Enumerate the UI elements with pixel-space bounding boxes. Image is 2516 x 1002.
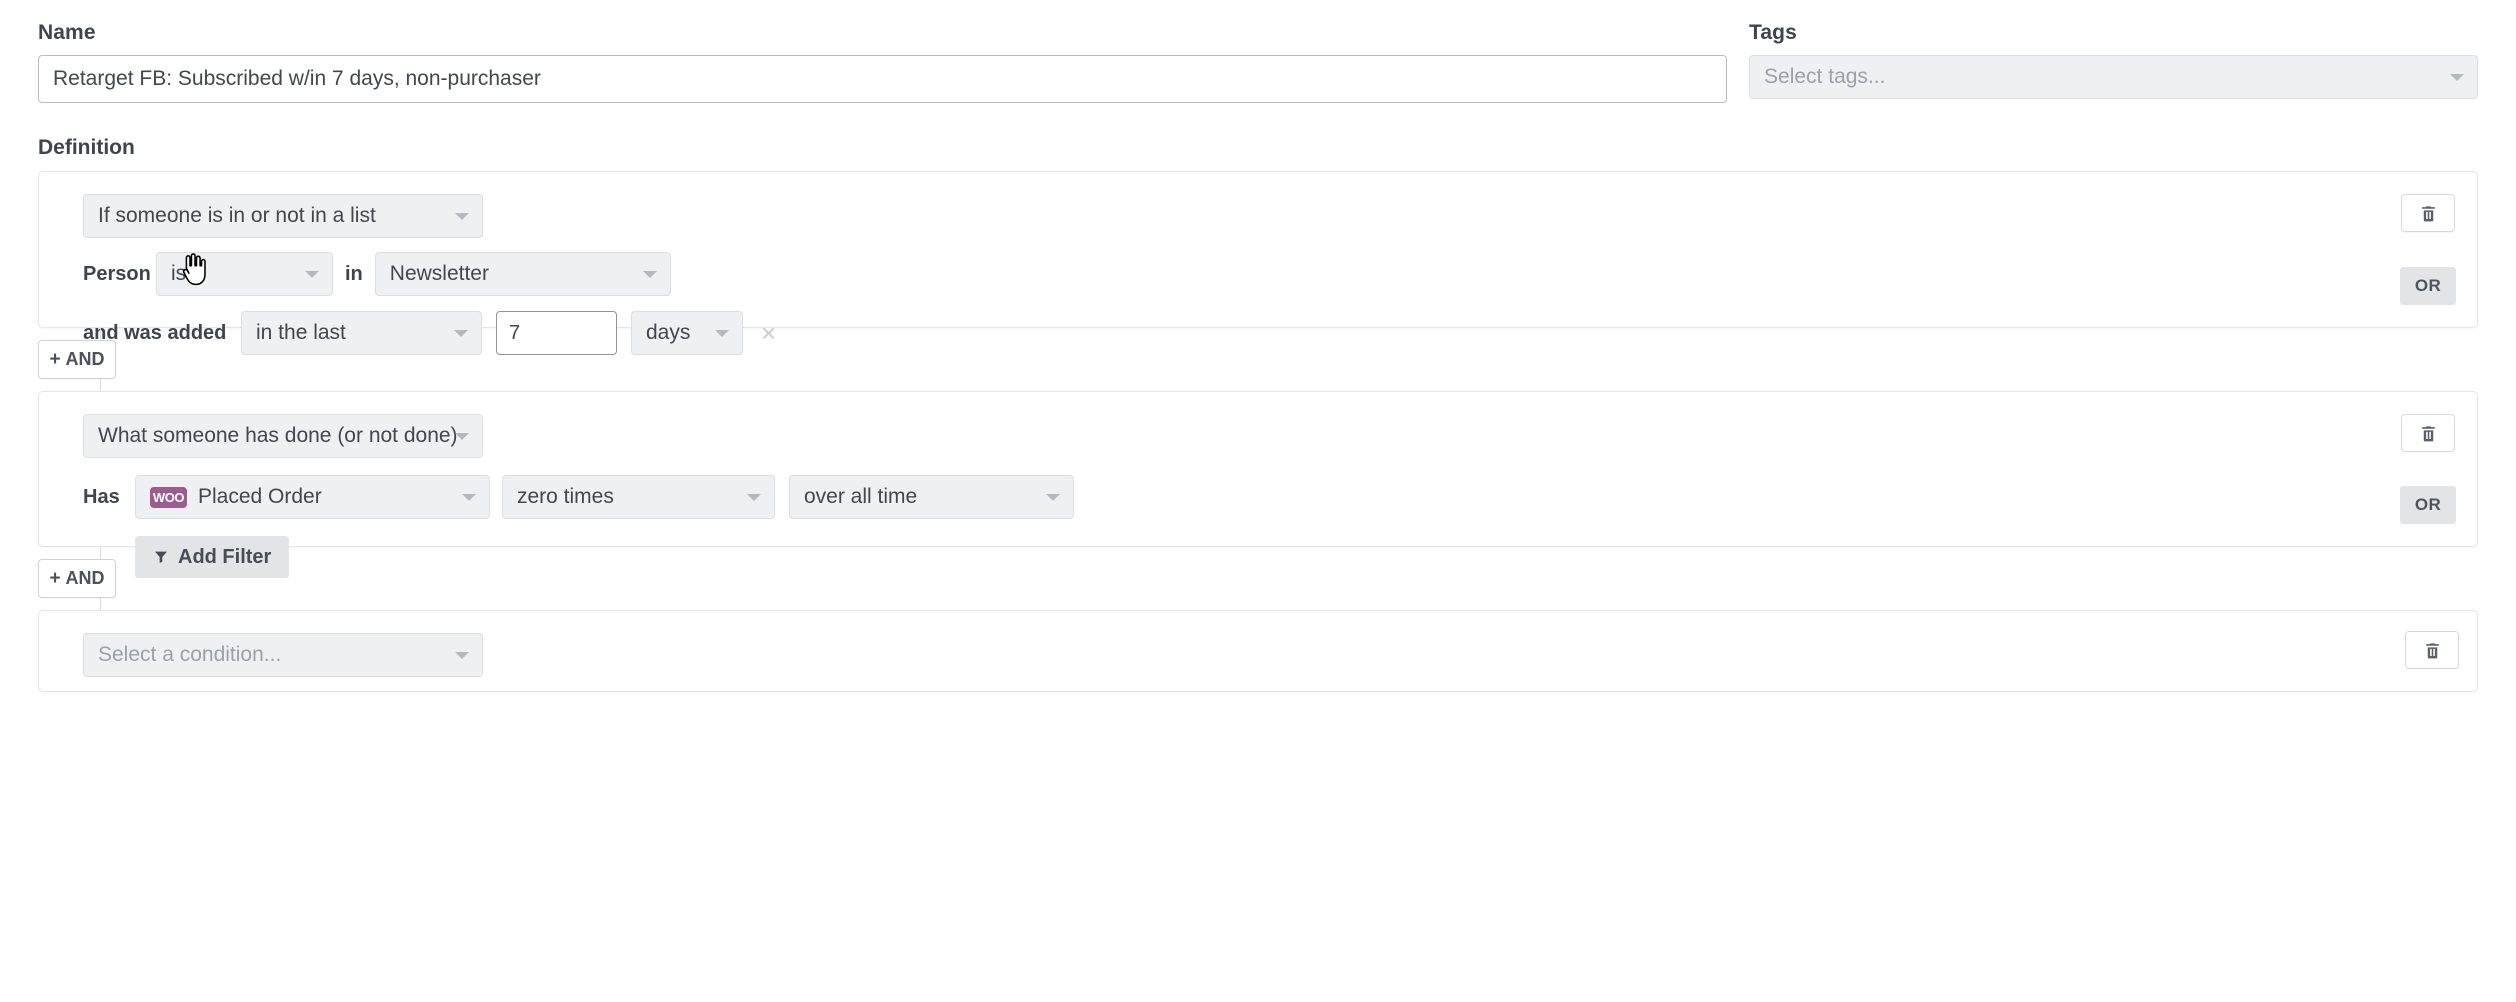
time-window-value: over all time (804, 485, 918, 508)
list-select-value: Newsletter (389, 262, 489, 285)
chevron-down-icon (455, 433, 469, 440)
segment-builder-page: Name Tags Select tags... Definition If s… (0, 0, 2516, 1002)
person-label: Person (83, 262, 151, 285)
person-row: Person is in Newsletter (83, 252, 2453, 296)
name-field-group: Name (38, 21, 1728, 103)
condition-block-3: Select a condition... (38, 610, 2478, 692)
name-and-tags-row: Name Tags Select tags... (0, 0, 2516, 103)
or-button-1[interactable]: OR (2400, 267, 2456, 305)
person-operator-value: is (171, 262, 187, 285)
time-window-select[interactable]: over all time (789, 475, 1074, 519)
trash-icon (2425, 642, 2439, 658)
condition-type-select-2[interactable]: What someone has done (or not done) (83, 414, 483, 458)
condition-type-select-3[interactable]: Select a condition... (83, 633, 483, 677)
condition-type-value-1: If someone is in or not in a list (98, 204, 376, 227)
trash-icon (2421, 205, 2435, 221)
and-connector-1: + AND (38, 328, 2478, 391)
delete-block-3-button[interactable] (2405, 631, 2459, 669)
add-and-button-2[interactable]: + AND (38, 559, 116, 598)
delete-block-2-button[interactable] (2401, 414, 2455, 452)
definition-section: Definition If someone is in or not in a … (0, 137, 2516, 692)
chevron-down-icon (642, 271, 657, 278)
metric-value: Placed Order (198, 485, 322, 508)
condition-type-value-2: What someone has done (or not done) (98, 424, 458, 447)
segment-name-input[interactable] (38, 55, 1728, 103)
and-connector-2: + AND (38, 547, 2478, 610)
in-label: in (345, 262, 363, 285)
tags-select[interactable]: Select tags... (1749, 55, 2478, 99)
condition-block-1: If someone is in or not in a list Person… (38, 171, 2478, 355)
name-label: Name (38, 21, 96, 44)
chevron-down-icon (305, 271, 319, 278)
and-button-label: AND (65, 349, 105, 369)
list-select[interactable]: Newsletter (374, 252, 671, 296)
metric-select[interactable]: WOO Placed Order (135, 475, 490, 519)
has-label: Has (83, 485, 120, 508)
tags-field-group: Tags Select tags... (1749, 22, 2478, 103)
and-button-label: AND (65, 568, 105, 588)
chevron-down-icon (747, 494, 761, 501)
person-operator-select[interactable]: is (156, 252, 333, 296)
woocommerce-icon: WOO (150, 486, 187, 508)
condition-type-select-1[interactable]: If someone is in or not in a list (83, 194, 483, 238)
chevron-down-icon (462, 494, 476, 501)
condition-block-2: What someone has done (or not done) Has … (38, 391, 2478, 578)
has-row: Has WOO Placed Order zero times over all… (83, 475, 2453, 519)
chevron-down-icon (455, 213, 469, 220)
add-and-button-1[interactable]: + AND (38, 340, 116, 379)
chevron-down-icon (1046, 494, 1060, 501)
tags-select-value: Select tags... (1764, 65, 1886, 88)
trash-icon (2421, 425, 2435, 441)
plus-icon: + (49, 567, 61, 589)
frequency-select[interactable]: zero times (502, 475, 775, 519)
tags-label: Tags (1749, 21, 1797, 44)
frequency-value: zero times (517, 485, 614, 508)
chevron-down-icon (455, 652, 469, 659)
condition-type-value-3: Select a condition... (98, 643, 282, 666)
or-button-2[interactable]: OR (2400, 486, 2456, 524)
delete-block-1-button[interactable] (2401, 194, 2455, 232)
definition-label: Definition (38, 136, 135, 159)
plus-icon: + (49, 348, 61, 370)
chevron-down-icon (2450, 74, 2464, 81)
